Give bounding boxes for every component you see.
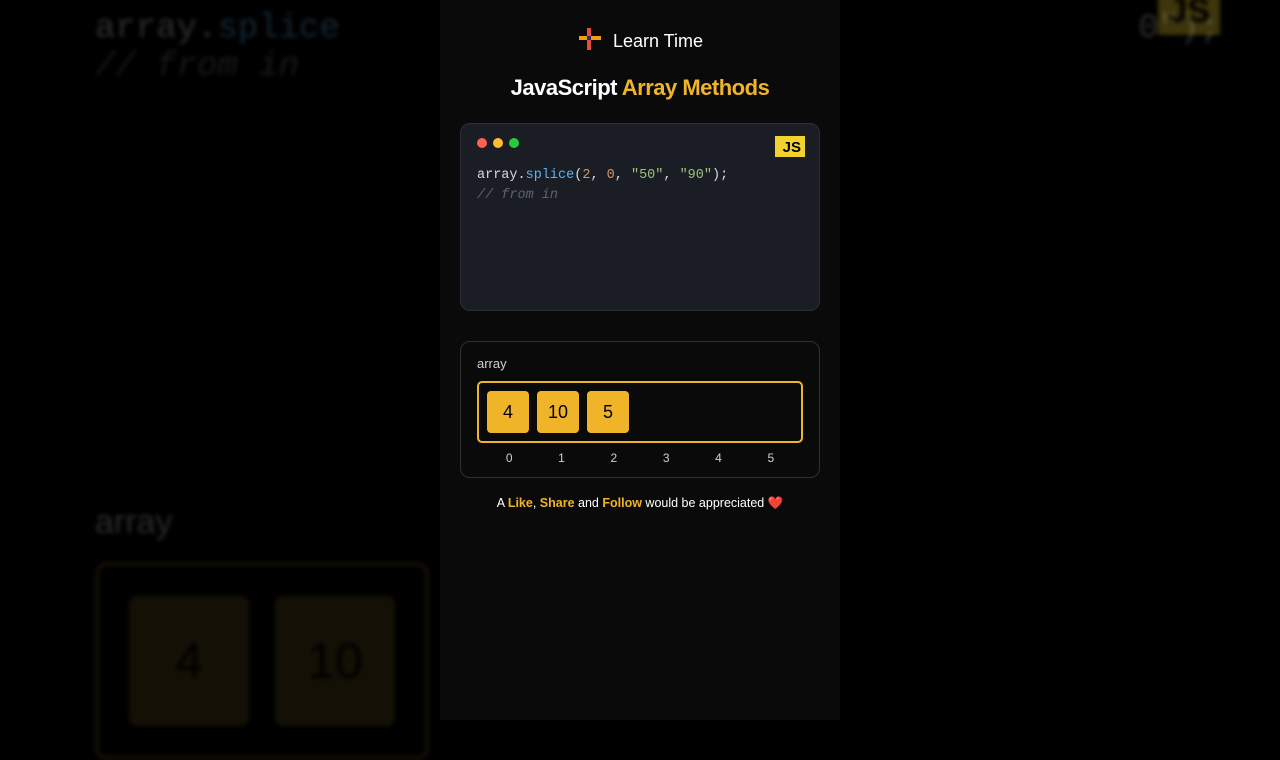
main-card: Learn Time JavaScript Array Methods JS a… (440, 0, 840, 720)
vis-label: array (477, 356, 803, 371)
footer-follow: Follow (602, 496, 642, 510)
index: 3 (640, 451, 692, 465)
title-part2: Array Methods (622, 75, 770, 100)
code-arg2: 0 (607, 168, 615, 183)
page-title: JavaScript Array Methods (511, 75, 770, 101)
index: 5 (745, 451, 797, 465)
index: 2 (588, 451, 640, 465)
bg-array-cell: 4 (129, 596, 249, 726)
array-cell: 10 (537, 391, 579, 433)
js-badge: JS (775, 136, 805, 157)
brand-row: Learn Time (577, 26, 703, 57)
bg-array-label: array (95, 503, 172, 542)
code-comment: // from in (477, 188, 558, 203)
code-window: JS array.splice(2, 0, "50", "90"); // fr… (460, 123, 820, 311)
code-close: ); (712, 168, 728, 183)
window-traffic-lights (477, 138, 803, 148)
footer-like: Like (508, 496, 533, 510)
close-dot-icon (477, 138, 487, 148)
footer-share: Share (540, 496, 575, 510)
array-cell: 4 (487, 391, 529, 433)
minimize-dot-icon (493, 138, 503, 148)
bg-code-comment: // from in (95, 48, 299, 86)
array-cell: 5 (587, 391, 629, 433)
code-arg3: "50" (631, 168, 663, 183)
code-block: array.splice(2, 0, "50", "90"); // from … (477, 166, 803, 205)
brand-icon (577, 26, 603, 57)
visualization-panel: array 4 10 5 0 1 2 3 4 5 (460, 341, 820, 478)
bg-code-left: array.splice // from in (95, 10, 340, 86)
index: 4 (692, 451, 744, 465)
index: 0 (483, 451, 535, 465)
code-obj: array (477, 168, 518, 183)
index-row: 0 1 2 3 4 5 (477, 451, 803, 465)
footer-text: A Like, Share and Follow would be apprec… (497, 496, 784, 511)
bg-code-method: splice (217, 10, 339, 48)
maximize-dot-icon (509, 138, 519, 148)
code-arg4: "90" (680, 168, 712, 183)
title-part1: JavaScript (511, 75, 622, 100)
brand-text: Learn Time (613, 31, 703, 52)
bg-code-obj: array (95, 10, 197, 48)
bg-array-cell: 10 (275, 596, 395, 726)
bg-array-box: 4 10 (95, 562, 429, 760)
heart-icon: ❤️ (768, 496, 784, 510)
index: 1 (535, 451, 587, 465)
array-box: 4 10 5 (477, 381, 803, 443)
code-method: splice (526, 168, 575, 183)
bg-js-badge: JS (1158, 0, 1220, 35)
